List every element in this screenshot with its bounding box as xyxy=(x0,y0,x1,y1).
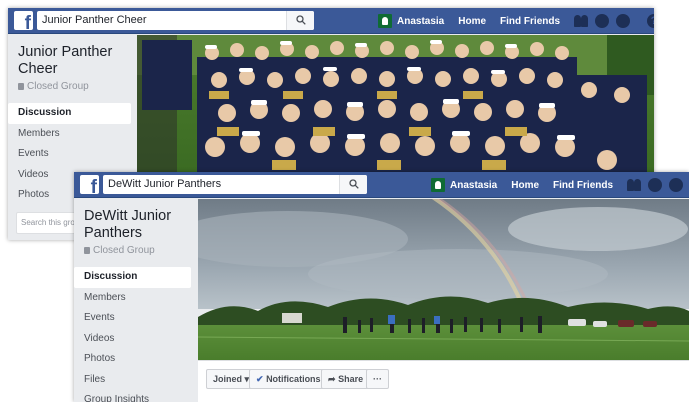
group-privacy: Closed Group xyxy=(8,78,137,92)
friend-requests-icon[interactable] xyxy=(627,178,642,192)
search-query: Junior Panther Cheer xyxy=(42,14,147,26)
search-input[interactable]: Junior Panther Cheer xyxy=(37,11,314,30)
cover-photo-football-field[interactable] xyxy=(198,199,689,360)
search-icon xyxy=(296,15,306,25)
search-button[interactable] xyxy=(339,175,367,194)
top-nav: Anastasia Home Find Friends ? xyxy=(431,172,689,198)
menu-item-group-insights[interactable]: Group Insights xyxy=(74,390,191,402)
more-button[interactable]: ··· xyxy=(366,369,389,389)
menu-item-members[interactable]: Members xyxy=(74,288,191,309)
menu-item-videos[interactable]: Videos xyxy=(74,329,191,350)
search-input[interactable]: DeWitt Junior Panthers xyxy=(103,175,367,194)
nav-find-friends[interactable]: Find Friends xyxy=(500,16,560,27)
notifications-globe-icon[interactable] xyxy=(616,14,631,28)
menu-item-events[interactable]: Events xyxy=(8,144,131,165)
share-label: Share xyxy=(338,374,364,384)
nav-home[interactable]: Home xyxy=(511,180,539,191)
share-arrow-icon: ➦ xyxy=(328,374,336,384)
group-sidebar: DeWitt Junior Panthers Closed Group Disc… xyxy=(74,199,197,402)
lock-icon xyxy=(84,247,90,254)
menu-item-discussion[interactable]: Discussion xyxy=(8,103,131,124)
group-privacy-label: Closed Group xyxy=(27,81,89,92)
menu-item-photos[interactable]: Photos xyxy=(74,349,191,370)
avatar[interactable] xyxy=(431,178,445,192)
nav-user-name[interactable]: Anastasia xyxy=(450,180,497,191)
share-button[interactable]: ➦ Share xyxy=(321,369,371,389)
joined-label: Joined xyxy=(213,374,243,384)
notifications-button[interactable]: ✔ Notifications xyxy=(249,369,328,389)
search-query: DeWitt Junior Panthers xyxy=(108,178,222,190)
menu-item-discussion[interactable]: Discussion xyxy=(74,267,191,288)
menu-item-files[interactable]: Files xyxy=(74,370,191,391)
avatar[interactable] xyxy=(378,14,392,28)
screenshot-dewitt-junior-panthers: f DeWitt Junior Panthers Anastasia Home … xyxy=(74,172,689,402)
group-action-bar: Joined ▾ ✔ Notifications ➦ Share ··· xyxy=(198,360,689,402)
notifications-label: Notifications xyxy=(266,374,321,384)
messages-icon[interactable] xyxy=(648,178,663,192)
group-name[interactable]: Junior Panther Cheer xyxy=(8,35,137,78)
group-privacy-label: Closed Group xyxy=(93,245,155,256)
lock-icon xyxy=(18,83,24,90)
menu-item-members[interactable]: Members xyxy=(8,124,131,145)
cover-photo-cheer-team[interactable] xyxy=(137,35,654,180)
nav-home[interactable]: Home xyxy=(458,16,486,27)
facebook-logo-icon[interactable]: f xyxy=(14,11,33,30)
help-icon[interactable]: ? xyxy=(647,14,654,28)
notifications-globe-icon[interactable] xyxy=(669,178,684,192)
group-privacy: Closed Group xyxy=(74,242,197,256)
messages-icon[interactable] xyxy=(595,14,610,28)
cheer-team-photo xyxy=(137,35,654,180)
top-nav: Anastasia Home Find Friends ? xyxy=(378,8,654,34)
search-icon xyxy=(349,179,359,189)
facebook-top-bar: f Junior Panther Cheer Anastasia Home Fi… xyxy=(8,8,654,34)
check-icon: ✔ xyxy=(256,374,264,384)
group-name[interactable]: DeWitt Junior Panthers xyxy=(74,199,197,242)
group-menu: Discussion Members Events Videos Photos … xyxy=(74,267,197,402)
facebook-top-bar: f DeWitt Junior Panthers Anastasia Home … xyxy=(74,172,689,198)
nav-user-name[interactable]: Anastasia xyxy=(397,16,444,27)
football-field-rainbow-photo xyxy=(198,199,689,360)
menu-item-events[interactable]: Events xyxy=(74,308,191,329)
facebook-logo-icon[interactable]: f xyxy=(80,175,99,194)
friend-requests-icon[interactable] xyxy=(574,14,589,28)
search-button[interactable] xyxy=(286,11,314,30)
nav-find-friends[interactable]: Find Friends xyxy=(553,180,613,191)
